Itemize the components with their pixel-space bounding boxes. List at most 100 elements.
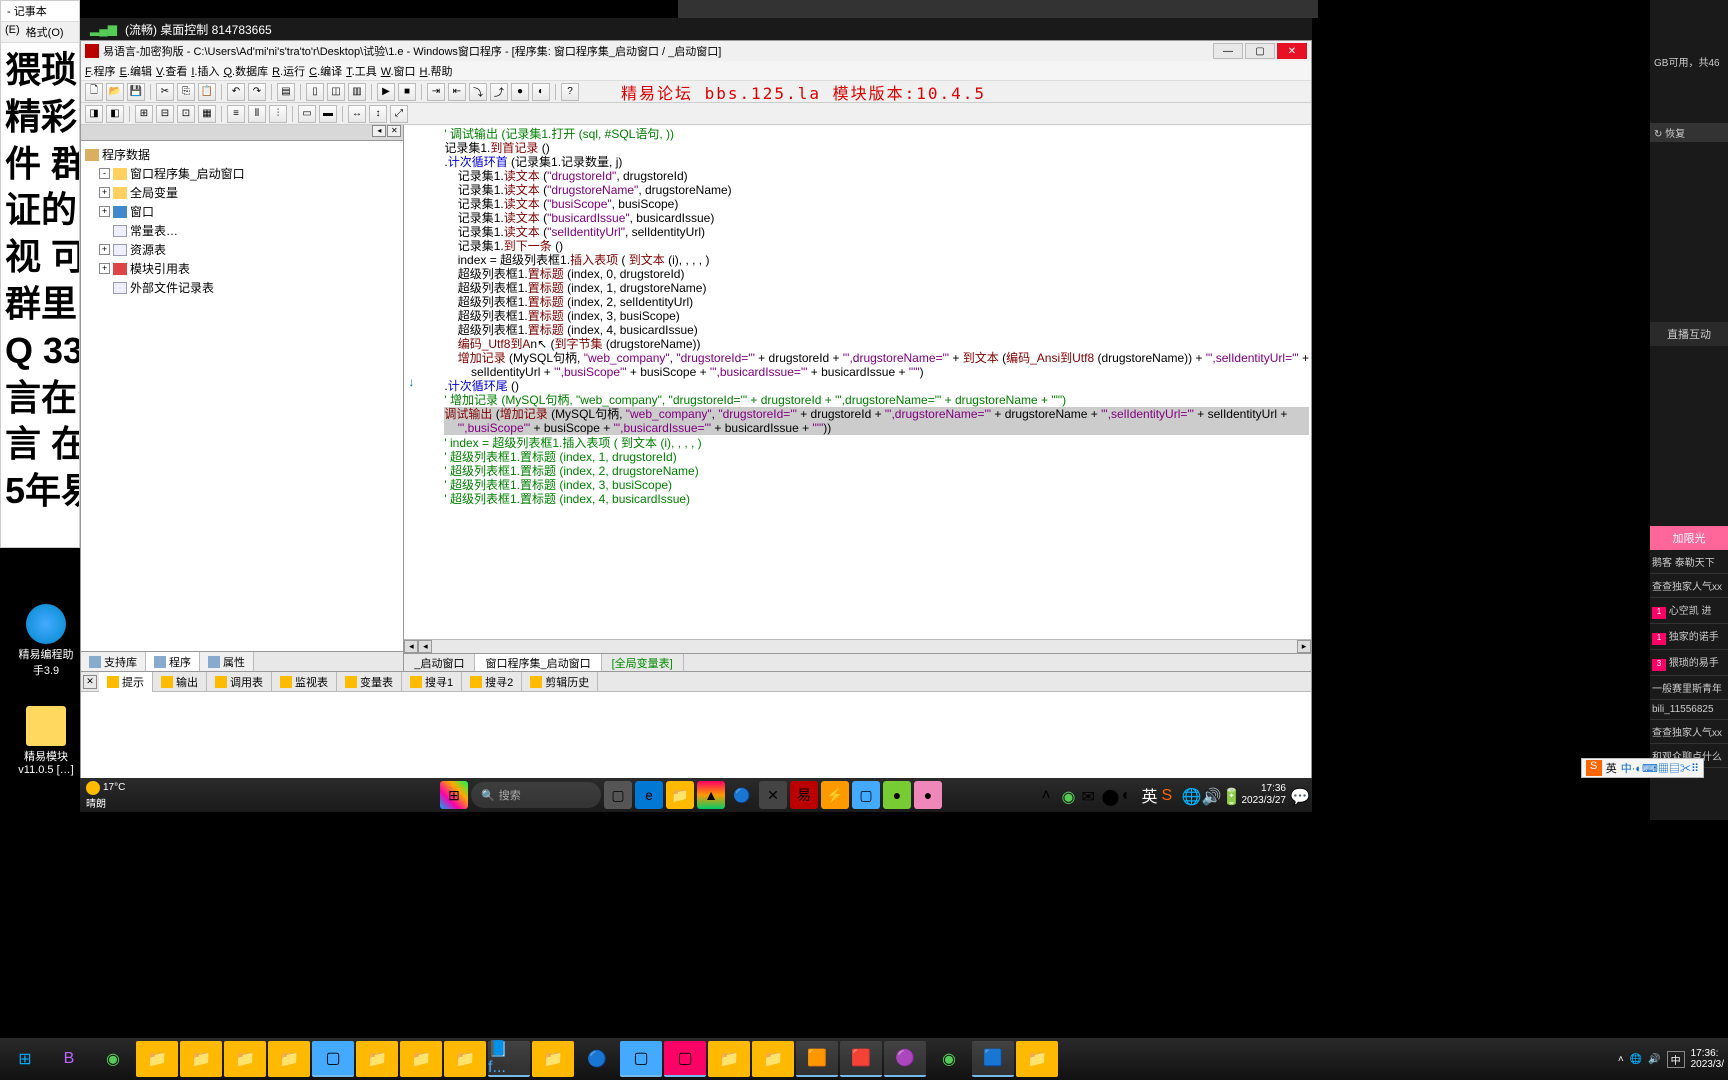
step2-icon[interactable]: ⇤ xyxy=(448,83,466,101)
editor-tab[interactable]: [全局变量表] xyxy=(602,654,684,671)
list-icon[interactable]: ▤ xyxy=(277,83,295,101)
ot-app10-icon[interactable]: 🟣 xyxy=(884,1041,926,1077)
new-icon[interactable]: 🗋 xyxy=(85,83,103,101)
sidebar-pin-icon[interactable]: ◂ xyxy=(372,125,386,137)
t2-6[interactable]: ▦ xyxy=(198,105,216,123)
tree-item[interactable]: +模块引用表 xyxy=(85,259,399,278)
app1-icon[interactable]: ▲ xyxy=(697,781,725,809)
inner-clock[interactable]: 17:36 2023/3/27 xyxy=(1242,783,1287,807)
menu-item[interactable]: W.窗口 xyxy=(381,63,416,79)
ot-app5-icon[interactable]: 🔵 xyxy=(576,1041,618,1077)
pane1-icon[interactable]: ▯ xyxy=(306,83,324,101)
ot-up-icon[interactable]: ˄ xyxy=(1618,1054,1624,1065)
t2-11[interactable]: ▬ xyxy=(319,105,337,123)
ime-logo-icon[interactable]: S xyxy=(1586,760,1602,776)
ot-app8-icon[interactable]: 🟧 xyxy=(796,1041,838,1077)
tray2-icon[interactable]: ✉ xyxy=(1081,787,1097,803)
output-tab[interactable]: 提示 xyxy=(99,672,153,692)
weather-widget[interactable]: 17°C 晴朗 xyxy=(86,781,125,810)
tray-net-icon[interactable]: 🌐 xyxy=(1182,787,1198,803)
tree-expander[interactable]: + xyxy=(99,187,110,198)
tray-vol-icon[interactable]: 🔊 xyxy=(1202,787,1218,803)
stream-tab-chat[interactable]: 直播互动 xyxy=(1650,322,1728,346)
ime-item-icon[interactable]: ▦ xyxy=(1658,763,1669,775)
ot-app4-icon[interactable]: 📘 f... xyxy=(488,1041,530,1077)
ot-lang[interactable]: 中 xyxy=(1667,1051,1685,1068)
menu-item[interactable]: F.程序 xyxy=(85,63,116,79)
tree-expander[interactable]: + xyxy=(99,206,110,217)
ot-folder7-icon[interactable]: 📁 xyxy=(444,1041,486,1077)
ime-item-icon[interactable]: ✂ xyxy=(1680,763,1691,775)
notepad-menu[interactable]: (E) 格式(O) xyxy=(1,22,79,43)
app4-icon[interactable]: ▢ xyxy=(852,781,880,809)
ot-folder8-icon[interactable]: 📁 xyxy=(532,1041,574,1077)
output-tab[interactable]: 搜寻2 xyxy=(462,672,522,692)
output-close-icon[interactable]: ✕ xyxy=(83,675,97,689)
ot-app6-icon[interactable]: ▢ xyxy=(620,1041,662,1077)
menu-item[interactable]: V.查看 xyxy=(156,63,187,79)
paste-icon[interactable]: 📋 xyxy=(198,83,216,101)
t2-14[interactable]: ⤢ xyxy=(390,105,408,123)
menu-item[interactable]: C.编译 xyxy=(309,63,342,79)
ide-menubar[interactable]: F.程序E.编辑V.查看I.插入Q.数据库R.运行C.编译T.工具W.窗口H.帮… xyxy=(81,61,1311,81)
t2-1[interactable]: ◨ xyxy=(85,105,103,123)
ot-app2-icon[interactable]: ◉ xyxy=(92,1041,134,1077)
tray-bat-icon[interactable]: 🔋 xyxy=(1222,787,1238,803)
ime-item-icon[interactable]: ⠿ xyxy=(1691,763,1699,775)
outer-clock[interactable]: 17:36: 2023/3/ xyxy=(1691,1048,1724,1070)
output-tab[interactable]: 监视表 xyxy=(272,672,337,692)
tree-item[interactable]: 常量表… xyxy=(85,221,399,240)
t2-2[interactable]: ◧ xyxy=(106,105,124,123)
ime-bar[interactable]: S 英 中·◐⌨▦▤✂⠿ xyxy=(1581,758,1704,778)
ot-folder9-icon[interactable]: 📁 xyxy=(708,1041,750,1077)
save-icon[interactable]: 💾 xyxy=(127,83,145,101)
ot-app7-icon[interactable]: ▢ xyxy=(664,1041,706,1077)
recover-btn[interactable]: ↻ 恢复 xyxy=(1650,123,1728,142)
tree-item[interactable]: +资源表 xyxy=(85,240,399,259)
step4-icon[interactable]: ⤴ xyxy=(490,83,508,101)
menu-item[interactable]: I.插入 xyxy=(191,63,219,79)
eyuyan-icon[interactable]: 易 xyxy=(790,781,818,809)
undo-icon[interactable]: ↶ xyxy=(227,83,245,101)
t2-9[interactable]: ⫶ xyxy=(269,105,287,123)
start-icon[interactable]: ⊞ xyxy=(440,781,468,809)
tray-sogou-icon[interactable]: S xyxy=(1162,787,1178,803)
editor-tab[interactable]: 窗口程序集_启动窗口 xyxy=(475,654,601,671)
maximize-btn[interactable]: ▢ xyxy=(1245,43,1275,59)
taskview-icon[interactable]: ▢ xyxy=(604,781,632,809)
output-tab[interactable]: 输出 xyxy=(153,672,207,692)
ot-folder1-icon[interactable]: 📁 xyxy=(136,1041,178,1077)
close-btn[interactable]: ✕ xyxy=(1277,43,1307,59)
pane3-icon[interactable]: ▥ xyxy=(348,83,366,101)
notepad-menu-edit[interactable]: (E) xyxy=(5,24,20,40)
code-area[interactable]: ' 调试输出 (记录集1.打开 (sql, #SQL语句, ))记录集1.到首记… xyxy=(404,125,1311,639)
help-icon[interactable]: ? xyxy=(561,83,579,101)
ot-app1-icon[interactable]: B xyxy=(48,1041,90,1077)
t2-7[interactable]: ≡ xyxy=(227,105,245,123)
ime-item-icon[interactable]: 中 xyxy=(1621,763,1632,775)
sidebar-close-icon[interactable]: ✕ xyxy=(387,125,401,137)
tray3-icon[interactable]: ⬤ xyxy=(1101,787,1117,803)
redo-icon[interactable]: ↷ xyxy=(248,83,266,101)
tray-up-icon[interactable]: ˄ xyxy=(1041,787,1057,803)
project-tree[interactable]: 程序数据 -窗口程序集_启动窗口+全局变量+窗口常量表…+资源表+模块引用表外部… xyxy=(81,141,403,651)
ot-app9-icon[interactable]: 🟥 xyxy=(840,1041,882,1077)
menu-item[interactable]: H.帮助 xyxy=(420,63,453,79)
bp2-icon[interactable]: ◐ xyxy=(532,83,550,101)
output-tab[interactable]: 剪辑历史 xyxy=(522,672,598,692)
ime-item-icon[interactable]: ▤ xyxy=(1669,763,1680,775)
minimize-btn[interactable]: — xyxy=(1213,43,1243,59)
desktop-icon[interactable]: 精易编程助手3.9 xyxy=(16,604,76,678)
stream-tab-light[interactable]: 加限光 xyxy=(1650,526,1728,550)
tree-item[interactable]: +全局变量 xyxy=(85,183,399,202)
menu-item[interactable]: R.运行 xyxy=(272,63,305,79)
pane2-icon[interactable]: ◫ xyxy=(327,83,345,101)
tree-item[interactable]: 外部文件记录表 xyxy=(85,278,399,297)
ot-vol-icon[interactable]: 🔊 xyxy=(1648,1054,1660,1065)
tree-expander[interactable]: - xyxy=(99,168,110,179)
ot-folder10-icon[interactable]: 📁 xyxy=(752,1041,794,1077)
t2-8[interactable]: ⫴ xyxy=(248,105,266,123)
menu-item[interactable]: Q.数据库 xyxy=(223,63,268,79)
tree-expander[interactable]: + xyxy=(99,244,110,255)
t2-5[interactable]: ⊡ xyxy=(177,105,195,123)
